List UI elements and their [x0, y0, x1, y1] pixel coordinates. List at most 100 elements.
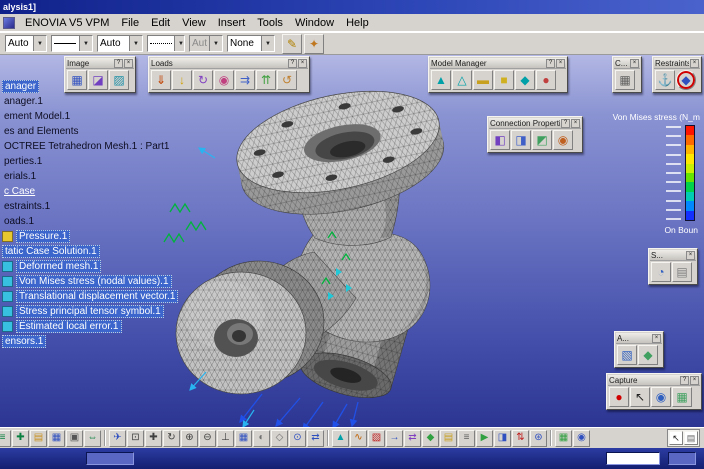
menu-file[interactable]: File [115, 16, 145, 30]
adaptivity-toolbar[interactable]: A... × ▧ ◆ [614, 331, 664, 368]
shading-icon[interactable]: ◐ [253, 429, 270, 447]
animate-icon[interactable]: ▶ [476, 429, 493, 447]
historic-icon[interactable]: ≡ [458, 429, 475, 447]
compute-icon[interactable]: ▦ [615, 70, 635, 90]
toolbar-titlebar[interactable]: C... × [614, 58, 640, 69]
axis-icon[interactable]: ✚ [12, 429, 29, 447]
toolbar-close-button[interactable]: × [630, 58, 639, 68]
bolt-tightening-icon[interactable]: ◉ [553, 130, 573, 150]
toolbar-close-button[interactable]: × [690, 375, 699, 385]
menu-edit[interactable]: Edit [145, 16, 176, 30]
zoom-in-icon[interactable]: ⊕ [181, 429, 198, 447]
fastened-connection-icon[interactable]: ◩ [532, 130, 552, 150]
tree-item[interactable]: Pressure.1 [2, 229, 178, 244]
toolbar-help-button[interactable]: ? [288, 58, 297, 68]
tree-item[interactable]: anager.1 [2, 94, 178, 109]
title-bar[interactable]: alysis1] [0, 0, 704, 14]
arrow-type-combo[interactable]: Aut ▼ [189, 35, 223, 52]
toolbar-close-button[interactable]: × [124, 58, 133, 68]
tree-item[interactable]: ensors.1 [2, 334, 178, 349]
menu-window[interactable]: Window [289, 16, 340, 30]
open-icon[interactable]: ▤ [30, 429, 47, 447]
tree-item[interactable]: es and Elements [2, 124, 178, 139]
material-icon[interactable]: ● [536, 70, 556, 90]
rotation-force-icon[interactable]: ↺ [277, 70, 297, 90]
toolbar-titlebar[interactable]: Capture ? × [608, 375, 700, 386]
toolbar-help-button[interactable]: ? [546, 58, 555, 68]
toolbar-titlebar[interactable]: Restraints × [654, 58, 700, 69]
toolbar-close-button[interactable]: × [686, 250, 695, 260]
fly-mode-icon[interactable]: ✈ [109, 429, 126, 447]
tree-item[interactable]: ement Model.1 [2, 109, 178, 124]
image-edition-icon[interactable]: ▨ [109, 70, 129, 90]
capture-pointer-icon[interactable]: ↖ [630, 387, 650, 407]
shell-property-icon[interactable]: ◆ [515, 70, 535, 90]
multi-view-icon[interactable]: ▦ [235, 429, 252, 447]
convergence-icon[interactable]: ◆ [638, 345, 658, 365]
capture-select-icon[interactable]: ↖ [669, 431, 683, 445]
storage-icon[interactable]: ▤ [672, 262, 692, 282]
deformation-icon[interactable]: ∿ [350, 429, 367, 447]
toolbar-close-button[interactable]: × [571, 118, 580, 128]
toolbar-titlebar[interactable]: S... × [650, 250, 696, 261]
moment-icon[interactable]: ↻ [193, 70, 213, 90]
mesh-visualization-icon[interactable]: ▲ [332, 429, 349, 447]
hide-show-icon[interactable]: ⊙ [289, 429, 306, 447]
chevron-down-icon[interactable]: ▼ [129, 36, 142, 51]
save-icon[interactable]: ▦ [48, 429, 65, 447]
compute-toolbar[interactable]: C... × ▦ [612, 56, 642, 93]
imported-force-icon[interactable]: ⇉ [235, 70, 255, 90]
displacement-icon[interactable]: → [386, 429, 403, 447]
album-icon[interactable]: ▦ [672, 387, 692, 407]
model-manager-toolbar[interactable]: Model Manager ? × ▲ △ ▬ ■ ◆ ● [428, 56, 568, 93]
mesh-image-icon[interactable]: ▦ [67, 70, 87, 90]
clamp-icon[interactable]: ⚓ [655, 70, 675, 90]
toolbar-close-button[interactable]: × [556, 58, 565, 68]
menu-help[interactable]: Help [340, 16, 375, 30]
report-icon[interactable]: ▤ [440, 429, 457, 447]
record-icon[interactable]: ● [609, 387, 629, 407]
fit-all-icon[interactable]: ⊡ [127, 429, 144, 447]
tree-item[interactable]: Stress principal tensor symbol.1 [2, 304, 178, 319]
toolbar-titlebar[interactable]: Image ? × [66, 58, 134, 69]
cut-plane-icon[interactable]: ◨ [494, 429, 511, 447]
wizard-icon[interactable]: ✦ [304, 33, 324, 54]
menu-view[interactable]: View [176, 16, 212, 30]
menu-enovia-v5-vpm[interactable]: ENOVIA V5 VPM [19, 16, 115, 30]
tree-item[interactable]: c Case [2, 184, 178, 199]
restraints-toolbar[interactable]: Restraints × ⚓ ◆ [652, 56, 702, 93]
pressure-icon[interactable]: ⇓ [151, 70, 171, 90]
contact-connection-icon[interactable]: ◨ [511, 130, 531, 150]
toolbar-titlebar[interactable]: Model Manager ? × [430, 58, 566, 69]
sensors-toolbar[interactable]: S... × ◔ ▤ [648, 248, 698, 285]
tree-item[interactable]: estraints.1 [2, 199, 178, 214]
toolbar-close-button[interactable]: × [298, 58, 307, 68]
tetrahedron-mesh-icon[interactable]: ▲ [431, 70, 451, 90]
tree-item[interactable]: Deformed mesh.1 [2, 259, 178, 274]
print-icon[interactable]: ▣ [66, 429, 83, 447]
principal-stress-icon[interactable]: ⇄ [404, 429, 421, 447]
chevron-down-icon[interactable]: ▼ [174, 36, 184, 51]
toolbar-titlebar[interactable]: A... × [616, 333, 662, 344]
von-mises-icon[interactable]: ▧ [368, 429, 385, 447]
precision-icon[interactable]: ◆ [422, 429, 439, 447]
slider-connection-icon[interactable]: ◧ [490, 130, 510, 150]
bearing-load-icon[interactable]: ◉ [214, 70, 234, 90]
tree-item[interactable]: erials.1 [2, 169, 178, 184]
tree-item[interactable]: oads.1 [2, 214, 178, 229]
extrema-icon[interactable]: ⊛ [530, 429, 547, 447]
camera-icon[interactable]: ◉ [651, 387, 671, 407]
toolbar-help-button[interactable]: ? [561, 118, 570, 128]
graph-tree-icon[interactable]: ≡ [0, 429, 11, 447]
wireframe-icon[interactable]: ◇ [271, 429, 288, 447]
capture-toolbar[interactable]: Capture ? × ● ↖ ◉ ▦ [606, 373, 702, 410]
tree-item[interactable]: tatic Case Solution.1 [2, 244, 178, 259]
point-type-combo[interactable]: ▼ [147, 35, 185, 52]
chevron-down-icon[interactable]: ▼ [79, 36, 92, 51]
toolbar-close-button[interactable]: × [690, 58, 699, 68]
menu-tools[interactable]: Tools [251, 16, 289, 30]
surface-mesh-icon[interactable]: △ [452, 70, 472, 90]
painter-icon[interactable]: ✎ [282, 33, 302, 54]
image-layout-icon[interactable]: ▦ [555, 429, 572, 447]
amplification-icon[interactable]: ⇅ [512, 429, 529, 447]
